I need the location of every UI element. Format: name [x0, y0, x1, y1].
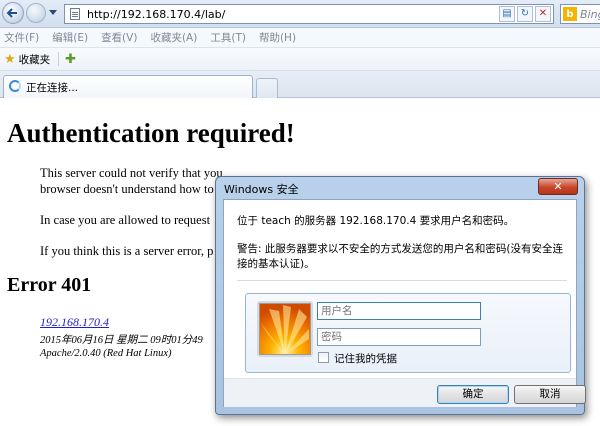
new-tab-button[interactable] — [256, 78, 278, 98]
page-title: Authentication required! — [7, 118, 295, 148]
dialog-title: Windows 安全 — [224, 183, 299, 196]
back-arrow-icon — [6, 8, 17, 18]
error-paragraph-line-1: This server could not verify that you — [40, 166, 223, 180]
url-text[interactable]: http://192.168.170.4/lab/ — [87, 8, 225, 21]
favorites-star-icon[interactable]: ★ — [4, 53, 16, 66]
username-input[interactable] — [317, 302, 481, 320]
page-icon — [70, 8, 80, 20]
menu-bar: 文件(F) 编辑(E) 查看(V) 收藏夹(A) 工具(T) 帮助(H) — [0, 28, 600, 48]
dialog-warning: 警告: 此服务器要求以不安全的方式发送您的用户名和密码(没有安全连接的基本认证)… — [237, 243, 563, 270]
address-field[interactable]: http://192.168.170.4/lab/ ▤ ↻ ✕ — [64, 4, 554, 24]
remember-credentials-checkbox[interactable] — [318, 352, 329, 363]
menu-view[interactable]: 查看(V) — [101, 30, 137, 45]
favorites-button[interactable]: 收藏夹 — [19, 52, 51, 67]
tab-label: 正在连接... — [26, 82, 79, 94]
error-paragraph-line-2: browser doesn't understand how to — [40, 182, 214, 196]
ok-button[interactable]: 确定 — [437, 385, 509, 404]
back-button[interactable] — [2, 2, 24, 24]
dialog-footer: 确定 取消 — [224, 378, 586, 407]
loading-spinner-icon — [9, 80, 21, 92]
tab-bar: 正在连接... — [0, 71, 600, 98]
server-link[interactable]: 192.168.170.4 — [40, 315, 109, 330]
cancel-button[interactable]: 取消 — [514, 385, 586, 404]
server-signature: Apache/2.0.40 (Red Hat Linux) — [40, 348, 172, 359]
address-bar-row: http://192.168.170.4/lab/ ▤ ↻ ✕ b Bing — [0, 0, 600, 28]
search-field[interactable]: b Bing — [560, 4, 600, 24]
server-error-paragraph: If you think this is a server error, p — [40, 244, 214, 258]
favorites-bar: ★ 收藏夹 ✚ — [0, 48, 600, 71]
error-heading: Error 401 — [7, 274, 92, 296]
search-placeholder: Bing — [580, 8, 600, 21]
forward-button[interactable] — [26, 3, 46, 23]
tab-current[interactable]: 正在连接... — [3, 75, 253, 98]
password-input[interactable] — [317, 328, 481, 346]
dialog-body: 位于 teach 的服务器 192.168.170.4 要求用户名和密码。 警告… — [223, 199, 586, 407]
remember-credentials-label[interactable]: 记住我的凭据 — [334, 351, 397, 366]
favorites-divider — [58, 52, 60, 66]
user-avatar — [257, 301, 313, 357]
refresh-icon[interactable]: ↻ — [517, 6, 533, 22]
request-paragraph: In case you are allowed to request — [40, 213, 211, 227]
windows-security-dialog: Windows 安全 ✕ 位于 teach 的服务器 192.168.170.4… — [215, 176, 586, 415]
menu-file[interactable]: 文件(F) — [4, 30, 39, 45]
credential-tile: 记住我的凭据 — [245, 293, 571, 373]
history-dropdown-icon[interactable] — [49, 10, 57, 15]
close-icon: ✕ — [553, 180, 563, 193]
bing-logo-icon: b — [563, 7, 577, 21]
dialog-message: 位于 teach 的服务器 192.168.170.4 要求用户名和密码。 — [237, 215, 515, 227]
menu-edit[interactable]: 编辑(E) — [52, 30, 88, 45]
menu-favorites[interactable]: 收藏夹(A) — [150, 30, 197, 45]
server-date: 2015年06月16日 星期二 09时01分49 — [40, 335, 203, 346]
add-to-favorites-icon[interactable]: ✚ — [65, 53, 76, 66]
menu-tools[interactable]: 工具(T) — [210, 30, 246, 45]
dialog-close-button[interactable]: ✕ — [538, 178, 578, 195]
compatibility-view-icon[interactable]: ▤ — [499, 6, 515, 22]
menu-help[interactable]: 帮助(H) — [259, 30, 296, 45]
avatar-frame — [259, 303, 311, 355]
stop-icon[interactable]: ✕ — [535, 6, 551, 22]
dialog-separator — [237, 280, 567, 281]
